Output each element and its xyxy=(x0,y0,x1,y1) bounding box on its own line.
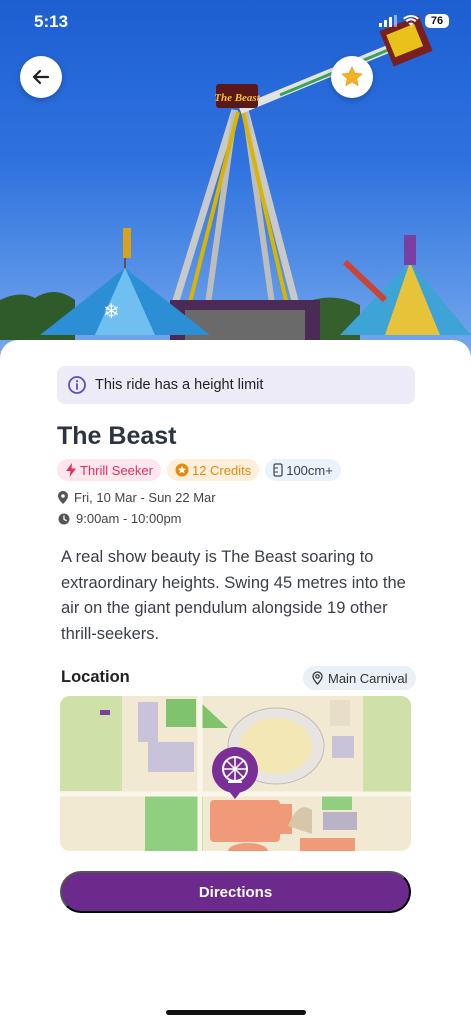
location-map[interactable] xyxy=(60,696,411,851)
credits-star-icon xyxy=(175,463,189,477)
tag-height: 100cm+ xyxy=(265,459,341,481)
info-icon xyxy=(68,376,86,394)
ride-title: The Beast xyxy=(57,422,177,450)
ride-hours-text: 9:00am - 10:00pm xyxy=(76,511,182,526)
svg-text:❄: ❄ xyxy=(103,301,120,323)
arrow-left-icon xyxy=(32,69,50,85)
tag-credits: 12 Credits xyxy=(166,459,260,481)
tag-label: 12 Credits xyxy=(191,462,252,478)
home-indicator[interactable] xyxy=(166,1010,306,1015)
location-area-chip[interactable]: Main Carnival xyxy=(303,666,417,690)
ride-sign-text: The Beast xyxy=(214,92,260,104)
battery-indicator: 76 xyxy=(425,14,449,28)
carnival-map-illustration xyxy=(60,696,411,851)
ride-hours: 9:00am - 10:00pm xyxy=(58,511,182,526)
location-pin-icon xyxy=(312,671,323,685)
cellular-signal-icon xyxy=(379,15,397,27)
directions-button[interactable]: Directions xyxy=(60,871,411,913)
lightning-icon xyxy=(66,463,76,477)
status-icons: 76 xyxy=(379,14,449,28)
location-area-label: Main Carnival xyxy=(328,670,408,686)
ride-description: A real show beauty is The Beast soaring … xyxy=(61,548,406,643)
status-time: 5:13 xyxy=(34,12,69,31)
star-icon xyxy=(341,66,363,87)
height-limit-notice: This ride has a height limit xyxy=(57,366,415,404)
ride-photo-illustration: The Beast ❄ xyxy=(0,15,471,340)
location-heading: Location xyxy=(61,668,130,686)
location-pin-icon xyxy=(58,491,68,504)
back-button[interactable] xyxy=(20,56,62,98)
ride-dates-text: Fri, 10 Mar - Sun 22 Mar xyxy=(74,490,216,505)
tag-label: 100cm+ xyxy=(286,462,333,478)
favorite-button[interactable] xyxy=(331,56,373,98)
tag-label: Thrill Seeker xyxy=(80,462,153,478)
wifi-icon xyxy=(403,15,419,26)
status-bar: 5:13 76 xyxy=(0,0,471,44)
notice-text: This ride has a height limit xyxy=(95,377,264,393)
ride-tags: Thrill Seeker 12 Credits 100cm+ xyxy=(57,459,341,481)
tag-thrill-seeker: Thrill Seeker xyxy=(57,459,161,481)
hero-image: The Beast ❄ xyxy=(0,0,471,360)
ride-dates: Fri, 10 Mar - Sun 22 Mar xyxy=(58,490,216,505)
clock-icon xyxy=(58,513,70,524)
height-ruler-icon xyxy=(273,463,283,477)
